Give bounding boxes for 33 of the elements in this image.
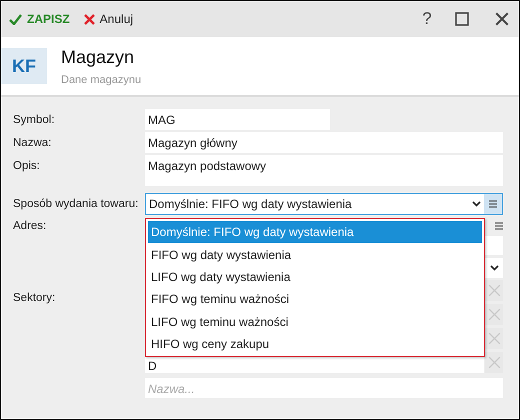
remove-button[interactable] [485, 352, 503, 373]
menu-icon [495, 222, 503, 230]
avatar-badge: KF [1, 48, 47, 84]
cancel-button[interactable]: Anuluj [82, 10, 136, 28]
field-label: Adres: [13, 219, 48, 234]
remove-button[interactable] [485, 304, 503, 325]
field-label: Opis: [13, 159, 41, 174]
help-button[interactable]: ? [413, 9, 441, 29]
menu-icon [489, 200, 497, 208]
input-field[interactable]: Magazyn główny [145, 132, 503, 153]
close-icon [488, 332, 500, 345]
input-field[interactable]: MAG [145, 109, 330, 130]
field-label: Nazwa: [13, 136, 52, 151]
dropdown-option[interactable]: Domyślnie: FIFO wg daty wystawienia [148, 221, 482, 244]
field-label: Sektory: [13, 291, 56, 306]
chevron-down-icon [490, 265, 499, 271]
remove-button[interactable] [485, 328, 503, 349]
remove-button[interactable] [485, 280, 503, 301]
dropdown-field[interactable]: Domyślnie: FIFO wg daty wystawienia [145, 193, 503, 215]
save-button[interactable]: ZAPISZ [7, 10, 72, 28]
page-subtitle: Dane magazynu [61, 74, 142, 86]
check-icon [9, 14, 22, 24]
chevron-down-icon [472, 201, 481, 207]
close-icon [495, 12, 509, 26]
close-icon [488, 308, 500, 321]
field-label: Symbol: [13, 113, 56, 128]
close-icon [84, 14, 95, 24]
page-title: Magazyn [61, 46, 136, 68]
text-area[interactable]: Magazyn podstawowy [145, 155, 503, 186]
close-icon [488, 356, 500, 369]
field-label: Sposób wydania towaru: [13, 197, 140, 212]
menu-button[interactable] [484, 194, 502, 214]
close-icon [488, 284, 500, 297]
